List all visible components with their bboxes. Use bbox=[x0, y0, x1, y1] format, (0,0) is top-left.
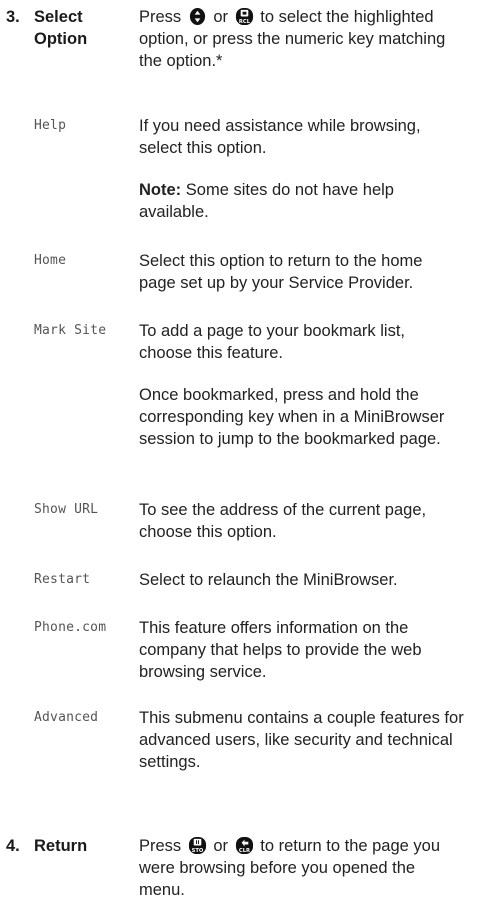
step-number: 3. bbox=[6, 8, 20, 26]
desc-line: This feature offers information on the bbox=[139, 619, 409, 637]
option-label: Show URL bbox=[34, 502, 99, 517]
svg-text:CLR: CLR bbox=[239, 848, 250, 854]
desc-line: were browsing before you opened the bbox=[139, 859, 416, 877]
step-title-line1: Select bbox=[34, 8, 83, 26]
desc-line: settings. bbox=[139, 753, 201, 771]
option-label: Help bbox=[34, 118, 67, 133]
desc-text: to select the highlighted bbox=[260, 8, 434, 26]
option-description: This submenu contains a couple features … bbox=[139, 707, 479, 773]
desc-line: page set up by your Service Provider. bbox=[139, 274, 414, 292]
option-description: This feature offers information on the c… bbox=[139, 617, 479, 683]
option-label: Advanced bbox=[34, 710, 99, 725]
svg-text:RCL: RCL bbox=[239, 19, 251, 25]
option-label: Restart bbox=[34, 572, 91, 587]
desc-line: Once bookmarked, press and hold the bbox=[139, 386, 419, 404]
option-label: Phone.com bbox=[34, 620, 107, 635]
desc-text: to return to the page you bbox=[260, 837, 441, 855]
svg-text:STO: STO bbox=[191, 848, 203, 854]
step-description: Press STO or CLR to return to the page y… bbox=[139, 835, 479, 901]
desc-line: session to jump to the bookmarked page. bbox=[139, 430, 441, 448]
option-description: Select this option to return to the home… bbox=[139, 250, 479, 294]
step-title: Return bbox=[34, 837, 88, 855]
desc-line: To see the address of the current page, bbox=[139, 501, 427, 519]
desc-line: choose this feature. bbox=[139, 344, 284, 362]
desc-text: or bbox=[213, 837, 229, 855]
desc-line: company that helps to provide the web bbox=[139, 641, 422, 659]
note: Note: Some sites do not have help bbox=[139, 179, 479, 201]
desc-line: If you need assistance while browsing, bbox=[139, 117, 421, 135]
desc-line: To add a page to your bookmark list, bbox=[139, 322, 405, 340]
note-text: Some sites do not have help bbox=[185, 181, 394, 199]
desc-line: Select to relaunch the MiniBrowser. bbox=[139, 571, 398, 589]
desc-text: Press bbox=[139, 837, 182, 855]
desc-line: the option.* bbox=[139, 52, 223, 70]
desc-text: Press bbox=[139, 8, 182, 26]
desc-text: or bbox=[213, 8, 229, 26]
desc-line: menu. bbox=[139, 881, 185, 899]
desc-line: This submenu contains a couple features … bbox=[139, 709, 464, 727]
note-label: Note: bbox=[139, 181, 182, 199]
sto-key-icon: STO bbox=[188, 836, 206, 854]
note-text: available. bbox=[139, 203, 209, 221]
option-description: Select to relaunch the MiniBrowser. bbox=[139, 569, 479, 591]
desc-line: select this option. bbox=[139, 139, 267, 157]
option-description: To see the address of the current page, … bbox=[139, 499, 479, 543]
desc-line: browsing service. bbox=[139, 663, 267, 681]
option-description: To add a page to your bookmark list, cho… bbox=[139, 320, 479, 450]
desc-line: Select this option to return to the home bbox=[139, 252, 423, 270]
nav-key-icon bbox=[189, 7, 205, 26]
step-description: Press or RCL to select the highlighted o… bbox=[139, 6, 479, 72]
desc-line: corresponding key when in a MiniBrowser bbox=[139, 408, 445, 426]
desc-line: advanced users, like security and techni… bbox=[139, 731, 453, 749]
clr-key-icon: CLR bbox=[235, 836, 253, 854]
desc-line: choose this option. bbox=[139, 523, 277, 541]
step-title-line2: Option bbox=[34, 30, 88, 48]
option-label: Mark Site bbox=[34, 323, 107, 338]
option-description: If you need assistance while browsing, s… bbox=[139, 115, 479, 223]
option-label: Home bbox=[34, 253, 67, 268]
desc-line: option, or press the numeric key matchin… bbox=[139, 30, 446, 48]
rcl-key-icon: RCL bbox=[235, 7, 253, 25]
step-number: 4. bbox=[6, 837, 20, 855]
